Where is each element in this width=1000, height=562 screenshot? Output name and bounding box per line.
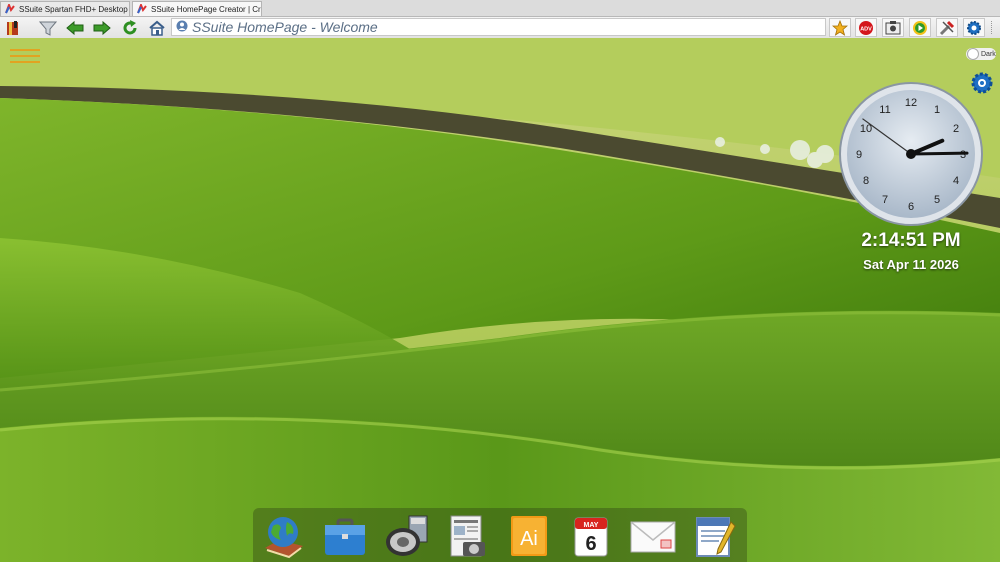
clock-numeral: 12 <box>905 97 917 109</box>
clock-numeral: 3 <box>960 149 966 161</box>
screenshot-icon[interactable] <box>882 18 904 37</box>
favorite-star-icon[interactable] <box>829 18 851 37</box>
globe-book-icon[interactable] <box>259 512 307 560</box>
clock-numeral: 6 <box>908 201 914 213</box>
tab-label: SSuite Spartan FHD+ Desktop | <box>19 4 130 14</box>
tools-icon[interactable] <box>936 18 958 37</box>
tab-spartan-desktop[interactable]: SSuite Spartan FHD+ Desktop | <box>0 1 130 16</box>
mail-icon[interactable] <box>629 512 677 560</box>
desktop-wallpaper: Dark 12 1 2 3 4 5 6 7 8 9 10 11 2:14:51 PM Sat Apr … <box>0 38 1000 562</box>
bookmark-book-icon[interactable] <box>3 18 23 37</box>
news-camera-icon[interactable] <box>443 512 491 560</box>
forward-arrow-icon[interactable] <box>92 18 112 37</box>
clock-numeral: 1 <box>934 104 940 116</box>
minute-hand <box>909 151 969 156</box>
digital-time: 2:14:51 PM <box>861 230 961 251</box>
clock-numeral: 11 <box>879 104 890 116</box>
notepad-icon[interactable] <box>691 512 739 560</box>
toolbar-overflow-grip[interactable] <box>991 21 994 34</box>
settings-gear-icon[interactable] <box>963 18 985 37</box>
clock-numeral: 7 <box>882 194 888 206</box>
calendar-day: 6 <box>585 533 596 555</box>
page-title: SSuite HomePage - Welcome <box>192 19 378 35</box>
clock-numeral: 9 <box>856 149 862 161</box>
filter-icon[interactable] <box>38 18 58 37</box>
browser-toolbar: SSuite HomePage - Welcome ADV <box>0 17 1000 39</box>
illustrator-icon[interactable]: Ai <box>505 512 553 560</box>
dark-mode-toggle[interactable]: Dark <box>966 48 996 60</box>
home-icon[interactable] <box>147 18 167 37</box>
calendar-month: MAY <box>584 522 599 529</box>
digital-date: Sat Apr 11 2026 <box>863 257 959 272</box>
tab-label: SSuite HomePage Creator | Cr <box>151 4 261 14</box>
page-title-bar[interactable]: SSuite HomePage - Welcome <box>171 18 826 36</box>
adv-label: ADV <box>860 26 872 32</box>
illustrator-label: Ai <box>520 528 538 550</box>
adv-blocker-icon[interactable]: ADV <box>855 18 877 37</box>
play-icon[interactable] <box>909 18 931 37</box>
toggle-knob <box>967 48 979 60</box>
ssuite-logo-icon <box>137 2 147 14</box>
clock-numeral: 5 <box>934 194 940 206</box>
app-dock: Ai MAY 6 <box>253 508 747 562</box>
ssuite-logo-icon <box>5 2 15 14</box>
back-arrow-icon[interactable] <box>65 18 85 37</box>
browser-tab-bar: SSuite Spartan FHD+ Desktop | SSuite Hom… <box>0 0 1000 17</box>
clock-numeral: 4 <box>953 175 959 187</box>
briefcase-icon[interactable] <box>321 512 369 560</box>
clock-numeral: 2 <box>953 123 959 135</box>
user-globe-icon <box>176 19 188 35</box>
tab-homepage-creator[interactable]: SSuite HomePage Creator | Cr <box>132 1 262 16</box>
clock-numeral: 8 <box>863 175 869 187</box>
calendar-icon[interactable]: MAY 6 <box>567 512 615 560</box>
dark-mode-label: Dark <box>981 50 996 58</box>
speaker-icon[interactable] <box>383 512 431 560</box>
hamburger-menu-icon[interactable] <box>10 48 40 64</box>
analog-clock: 12 1 2 3 4 5 6 7 8 9 10 11 <box>838 81 984 227</box>
refresh-icon[interactable] <box>120 18 140 37</box>
